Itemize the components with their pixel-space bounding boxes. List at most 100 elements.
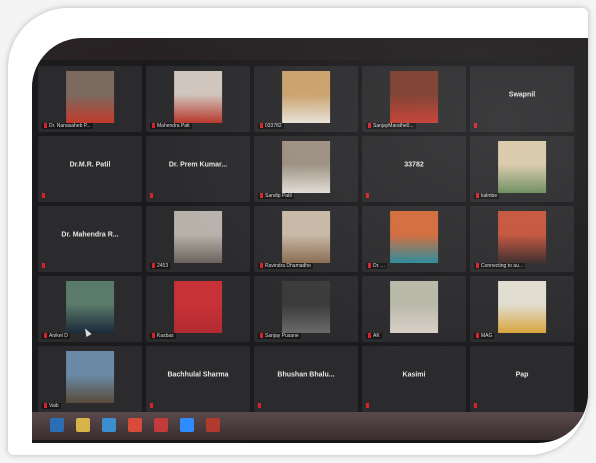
- participant-tile[interactable]: Bhushan Bhalu...: [254, 346, 358, 412]
- participant-label: Connecting to au...: [474, 263, 525, 269]
- participant-label-text: Mahendra Pati: [157, 123, 190, 129]
- participant-tile[interactable]: Dr.M.R. Patil: [38, 136, 142, 202]
- participant-tile[interactable]: Dr. Prem Kumar...: [146, 136, 250, 202]
- participant-video: [498, 211, 546, 263]
- mic-muted-icon: [152, 123, 155, 129]
- chrome-icon[interactable]: [128, 418, 142, 432]
- participant-video: [498, 141, 546, 193]
- mic-muted-icon: [150, 193, 153, 198]
- zoom-gallery-view: Dr. Nanasaheb P... Mahendra Pati 033782 San…: [32, 60, 588, 428]
- participant-tile[interactable]: 2453: [146, 206, 250, 272]
- participant-video: [498, 281, 546, 333]
- participant-label: Dr. ...: [366, 263, 387, 269]
- participant-label: AK: [366, 333, 382, 339]
- mic-muted-icon: [152, 263, 155, 269]
- participant-tile[interactable]: Dr. Nanasaheb P...: [38, 66, 142, 132]
- participant-tile[interactable]: Bachhulal Sharma: [146, 346, 250, 412]
- participant-name: Dr. Mahendra R...: [61, 231, 119, 239]
- mic-muted-icon: [476, 263, 479, 269]
- participant-label-text: Vaib: [49, 403, 59, 409]
- participant-name: Kasimi: [402, 371, 426, 379]
- participant-label: 033782: [258, 123, 284, 129]
- mic-muted-icon: [44, 333, 47, 339]
- participant-video: [66, 71, 114, 123]
- participant-label: Mahendra Pati: [150, 123, 192, 129]
- participant-tile[interactable]: Pap: [470, 346, 574, 412]
- participant-video: [174, 211, 222, 263]
- mic-muted-icon: [258, 403, 261, 408]
- participant-name: 33782: [404, 161, 424, 169]
- participant-video: [174, 71, 222, 123]
- participant-tile[interactable]: kalmbe: [470, 136, 574, 202]
- participant-tile[interactable]: MAG: [470, 276, 574, 342]
- mic-muted-icon: [368, 333, 371, 339]
- media-icon[interactable]: [154, 418, 168, 432]
- participant-label: Ravindra Dhamadhe: [258, 263, 313, 269]
- participant-tile[interactable]: 033782: [254, 66, 358, 132]
- participant-tile[interactable]: Dr. Mahendra R...: [38, 206, 142, 272]
- mic-muted-icon: [260, 123, 263, 129]
- participant-tile[interactable]: Swapnil: [470, 66, 574, 132]
- mic-muted-icon: [474, 403, 477, 408]
- participant-label-text: 2453: [157, 263, 169, 269]
- zoom-icon[interactable]: [180, 418, 194, 432]
- mic-muted-icon: [44, 123, 47, 129]
- mic-muted-icon: [260, 263, 263, 269]
- participant-video: [390, 211, 438, 263]
- participant-tile[interactable]: Ravindra Dhamadhe: [254, 206, 358, 272]
- participant-label-text: Dr. ...: [373, 263, 385, 269]
- participant-tile[interactable]: Sandip Patil: [254, 136, 358, 202]
- windows-start-icon[interactable]: [50, 418, 64, 432]
- participant-tile[interactable]: Sanjay Pusane: [254, 276, 358, 342]
- screen-photo: Dr. Nanasaheb P... Mahendra Pati 033782 San…: [32, 38, 588, 443]
- participant-label: Dr. Nanasaheb P...: [42, 123, 93, 129]
- app-icon[interactable]: [206, 418, 220, 432]
- participant-label-text: kalmbe: [481, 193, 498, 199]
- mic-muted-icon: [474, 123, 477, 128]
- mic-muted-icon: [42, 193, 45, 198]
- browser-icon[interactable]: [102, 418, 116, 432]
- mic-muted-icon: [476, 193, 479, 199]
- participant-tile[interactable]: Vaib: [38, 346, 142, 412]
- participant-name: Dr. Prem Kumar...: [168, 161, 228, 169]
- participant-name: Bhushan Bhalu...: [277, 371, 335, 379]
- participant-label: 2453: [150, 263, 171, 269]
- mic-muted-icon: [366, 403, 369, 408]
- participant-tile[interactable]: 33782: [362, 136, 466, 202]
- mic-muted-icon: [42, 263, 45, 268]
- participant-label: kalmbe: [474, 193, 500, 199]
- participant-tile[interactable]: Kasbas: [146, 276, 250, 342]
- participant-label: Sandip Patil: [258, 193, 294, 199]
- participant-tile[interactable]: Mahendra Pati: [146, 66, 250, 132]
- participant-name: Bachhulal Sharma: [167, 371, 229, 379]
- participant-label: Vaib: [42, 403, 61, 409]
- participant-tile[interactable]: Kasimi: [362, 346, 466, 412]
- participant-label-text: Sandip Patil: [265, 193, 292, 199]
- participant-label: Aniket D: [42, 333, 70, 339]
- participant-label: Kasbas: [150, 333, 176, 339]
- participant-label: MAG: [474, 333, 495, 339]
- mic-muted-icon: [260, 193, 263, 199]
- participant-video: [282, 71, 330, 123]
- participant-tile[interactable]: Connecting to au...: [470, 206, 574, 272]
- participant-video: [282, 281, 330, 333]
- participant-tile[interactable]: SanjayMarathe0...: [362, 66, 466, 132]
- participant-label: Sanjay Pusane: [258, 333, 301, 339]
- participant-tile[interactable]: AK: [362, 276, 466, 342]
- participant-label-text: Aniket D: [49, 333, 68, 339]
- participant-video: [66, 351, 114, 403]
- participant-label: SanjayMarathe0...: [366, 123, 416, 129]
- participant-video: [282, 211, 330, 263]
- participant-name: Pap: [515, 371, 529, 379]
- mic-muted-icon: [44, 403, 47, 409]
- participant-tile[interactable]: Dr. ...: [362, 206, 466, 272]
- explorer-icon[interactable]: [76, 418, 90, 432]
- participant-label-text: AK: [373, 333, 380, 339]
- participant-video: [66, 281, 114, 333]
- participant-name: Dr.M.R. Patil: [69, 161, 111, 169]
- mic-muted-icon: [366, 193, 369, 198]
- participant-label-text: MAG: [481, 333, 493, 339]
- participant-label-text: Sanjay Pusane: [265, 333, 299, 339]
- mic-muted-icon: [152, 333, 155, 339]
- participant-label-text: 033782: [265, 123, 282, 129]
